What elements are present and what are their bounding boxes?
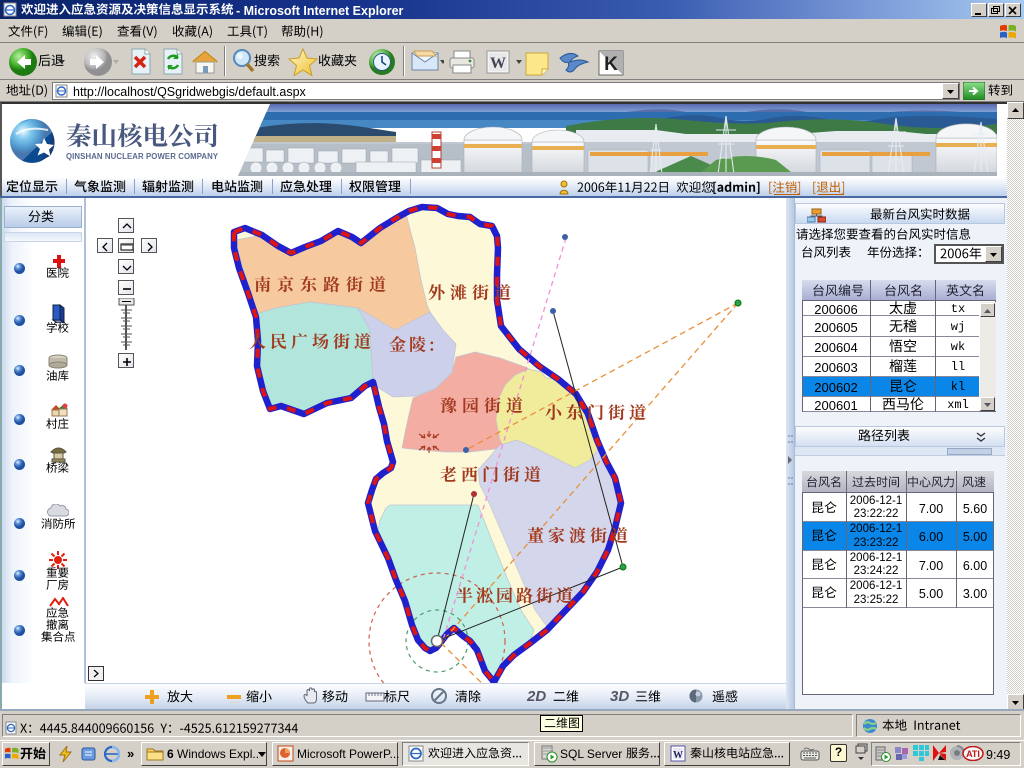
svg-text:W: W [490, 55, 506, 72]
svg-text:ATI: ATI [966, 749, 980, 759]
svg-text:K: K [604, 54, 618, 75]
svg-text:W: W [673, 750, 683, 761]
